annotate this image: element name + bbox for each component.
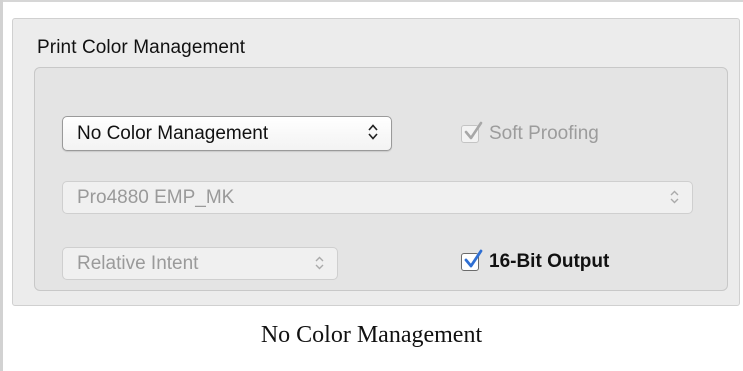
- print-settings-panel: Print Color Management No Color Manageme…: [12, 18, 740, 306]
- soft-proofing-checkbox-row[interactable]: Soft Proofing: [461, 121, 599, 145]
- updown-arrows-icon: [368, 123, 378, 144]
- printer-profile-popup[interactable]: Pro4880 EMP_MK: [62, 181, 693, 214]
- soft-proofing-checkbox[interactable]: [461, 121, 483, 143]
- bit-output-checkbox-row[interactable]: 16-Bit Output: [461, 249, 610, 273]
- color-handling-popup[interactable]: No Color Management: [62, 116, 392, 151]
- checkmark-icon: [464, 121, 483, 140]
- left-divider: [0, 0, 3, 371]
- checkmark-icon: [464, 249, 483, 268]
- screenshot-frame: Print Color Management No Color Manageme…: [0, 0, 743, 371]
- print-color-management-title: Print Color Management: [37, 37, 246, 58]
- updown-arrows-icon: [315, 256, 324, 272]
- print-color-management-group: No Color Management Soft Proofing Pro488…: [34, 67, 728, 291]
- figure-caption: No Color Management: [260, 322, 483, 348]
- bit-output-checkbox[interactable]: [461, 249, 483, 271]
- bit-output-label: 16-Bit Output: [489, 251, 610, 272]
- color-handling-value: No Color Management: [77, 122, 269, 144]
- rendering-intent-popup[interactable]: Relative Intent: [62, 247, 338, 280]
- soft-proofing-label: Soft Proofing: [489, 123, 599, 144]
- printer-profile-value: Pro4880 EMP_MK: [77, 186, 235, 208]
- top-divider: [0, 0, 743, 2]
- updown-arrows-icon: [670, 190, 679, 206]
- rendering-intent-value: Relative Intent: [77, 252, 199, 274]
